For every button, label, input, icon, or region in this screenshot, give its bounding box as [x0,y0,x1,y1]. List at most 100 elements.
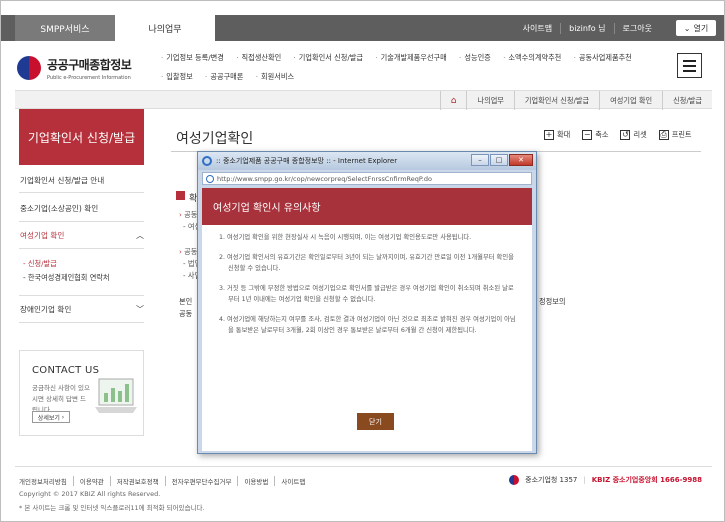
site-logo[interactable]: 공공구매종합정보 Public e-Procurement Informatio… [17,51,157,85]
home-icon[interactable]: ⌂ [439,91,467,110]
subitem-label: 한국여성경제인협회 연락처 [27,273,110,282]
subitem-label: 신청/발급 [27,259,57,268]
sidebar-item-label: 기업확인서 신청/발급 안내 [20,176,105,185]
maximize-button[interactable]: □ [490,154,508,166]
footer-link[interactable]: 이용방법 [237,476,274,486]
sidebar-item-label: 중소기업(소상공인) 확인 [20,204,99,213]
bg-text: 공동 [179,309,193,318]
open-button[interactable]: ⌄ 열기 [676,20,716,36]
hamburger-line [683,64,696,67]
footer-divider [15,466,712,467]
user-name: bizinfo 님 [560,22,613,34]
breadcrumb-item[interactable]: 기업확인서 신청/발급 [513,91,599,110]
tab-my-work[interactable]: 나의업무 [115,15,215,41]
contact-detail-button[interactable]: 상세보기 › [32,411,70,423]
popup-titlebar[interactable]: :: 중소기업제품 공공구매 종합정보망 :: - Internet Explo… [198,152,536,170]
print-label: 프린트 [671,130,692,139]
bg-text: 정정보의 [539,297,566,306]
sidebar-item-guide[interactable]: 기업확인서 신청/발급 안내 [19,169,144,193]
notice-item: 4. 여성기업에 해당하는지 여부를 조사, 검토한 결과 여성기업이 아닌 것… [219,316,516,334]
logo-title: 공공구매종합정보 [47,57,132,72]
bg-text: › 공동 [179,210,198,219]
logout-link[interactable]: 로그아웃 [613,22,660,34]
footer-links: 개인정보처리방침 이용약관 저작권보호정책 전자우편무단수집거부 이용방법 사이… [19,476,311,486]
minus-icon: − [582,130,593,140]
top-links: 사이트맵 bizinfo 님 로그아웃 [515,15,660,41]
open-label: 열기 [693,23,709,33]
laptop-graph-icon [95,378,137,413]
hamburger-line [683,59,696,62]
notice-item: 1. 여성기업 확인을 위한 현장실사 시 녹음이 시행되며, 이는 여성기업 … [219,234,472,241]
breadcrumb-item[interactable]: 여성기업 확인 [599,91,662,110]
smba-callcenter: 중소기업청 1357 [525,476,578,484]
page-icon [206,174,214,183]
chevron-down-icon: ﹀ [136,304,144,314]
footer-link[interactable]: 개인정보처리방침 [19,476,73,486]
footer-link[interactable]: 이용약관 [72,476,110,486]
chevron-up-icon: ︿ [136,231,144,240]
minimize-button[interactable]: – [471,154,489,166]
kbiz-callcenter: KBIZ 중소기업중앙회 1666-9988 [591,476,702,484]
nav-item[interactable]: 기업정보 등록/변경 [161,53,224,62]
reset-label: 리셋 [633,130,647,139]
notice-item: 2. 여성기업 확인서의 유효기간은 확인일로부터 3년이 되는 날까지이며, … [219,254,514,272]
sidebar-item-sme-check[interactable]: 중소기업(소상공인) 확인 [19,196,144,222]
zoom-out-button[interactable]: − 축소 [582,130,608,140]
taegeuk-logo-icon [17,56,41,80]
address-url: http://www.smpp.go.kr/cop/newcorpreq/Sel… [217,174,432,183]
contact-detail-label: 상세보기 [37,414,60,422]
plus-icon: + [544,130,554,140]
tab-smpp-service[interactable]: SMPP서비스 [15,15,115,41]
nav-item[interactable]: 공공구매론 [205,72,243,81]
sidebar-item-disabled-business[interactable]: 장애인기업 확인 ﹀ [19,295,144,323]
footer-link[interactable]: 사이트맵 [274,476,311,486]
page-title: 여성기업확인 [176,131,254,147]
nav-item[interactable]: 공동사업제품추천 [574,53,632,62]
sidebar-subitem-apply[interactable]: - 신청/발급 [23,259,57,269]
call-center-info: 중소기업청 1357 | KBIZ 중소기업중앙회 1666-9988 [509,475,702,485]
copyright: Copyright © 2017 KBIZ All rights Reserve… [19,490,161,498]
nav-item[interactable]: 소액수의계약추천 [503,53,561,62]
sidebar-heading: 기업확인서 신청/발급 [19,109,144,165]
hamburger-line [683,69,696,72]
internet-explorer-icon [202,156,212,166]
zoom-in-button[interactable]: + 확대 [544,130,570,140]
nav-item[interactable]: 직접생산확인 [236,53,281,62]
window-close-button[interactable]: ✕ [509,154,533,166]
browser-page: SMPP서비스 나의업무 사이트맵 bizinfo 님 로그아웃 ⌄ 열기 공공… [0,0,725,522]
reset-button[interactable]: ↺ 리셋 [620,130,647,140]
separator: | [583,476,586,484]
print-button[interactable]: ⎙ 프린트 [658,130,692,140]
print-icon: ⎙ [658,130,669,140]
popup-window-title: :: 중소기업제품 공공구매 종합정보망 :: - Internet Explo… [216,157,398,165]
window-controls: – □ ✕ [471,154,533,166]
sidebar-item-label: 여성기업 확인 [20,231,65,240]
browser-note: * 본 사이트는 크롬 및 인터넷 익스플로러11에 최적화 되어있습니다. [19,504,205,512]
top-bar: SMPP서비스 나의업무 사이트맵 bizinfo 님 로그아웃 ⌄ 열기 [1,15,724,41]
contact-title: CONTACT US [32,365,100,376]
chevron-down-icon: ⌄ [683,23,691,33]
nav-item[interactable]: 기업확인서 신청/발급 [293,53,363,62]
popup-body: 여성기업 확인시 유의사항 1. 여성기업 확인을 위한 현장실사 시 녹음이 … [202,188,532,451]
sidebar-item-women-business[interactable]: 여성기업 확인 ︿ [19,223,144,249]
zoom-in-label: 확대 [557,130,571,139]
section-bullet-icon [176,191,185,200]
page-tools: + 확대 − 축소 ↺ 리셋 ⎙ 프린트 [544,130,692,140]
contact-us-box: CONTACT US 궁금하신 사항이 있으시면 상세히 답변 드립니다. 상세… [19,350,144,436]
footer-link[interactable]: 전자우편무단수집거부 [164,476,238,486]
notice-item: 3. 거짓 등 그밖에 부정한 방법으로 여성기업으로 확인서를 발급받은 경우… [219,285,514,303]
nav-item[interactable]: 입찰정보 [161,72,193,81]
zoom-out-label: 축소 [595,130,609,139]
address-bar[interactable]: http://www.smpp.go.kr/cop/newcorpreq/Sel… [202,172,532,185]
nav-item[interactable]: 회원서비스 [256,72,294,81]
menu-hamburger-button[interactable] [677,53,702,78]
nav-item[interactable]: 기술개발제품우선구매 [375,53,446,62]
breadcrumb-item[interactable]: 신청/발급 [662,91,712,110]
breadcrumb-item[interactable]: 나의업무 [466,91,513,110]
reset-icon: ↺ [620,130,631,140]
close-button[interactable]: 닫기 [357,413,394,430]
sidebar-subitem-contact[interactable]: - 한국여성경제인협회 연락처 [23,273,110,283]
nav-item[interactable]: 성능인증 [459,53,491,62]
sitemap-link[interactable]: 사이트맵 [515,23,560,34]
footer-link[interactable]: 저작권보호정책 [109,476,165,486]
